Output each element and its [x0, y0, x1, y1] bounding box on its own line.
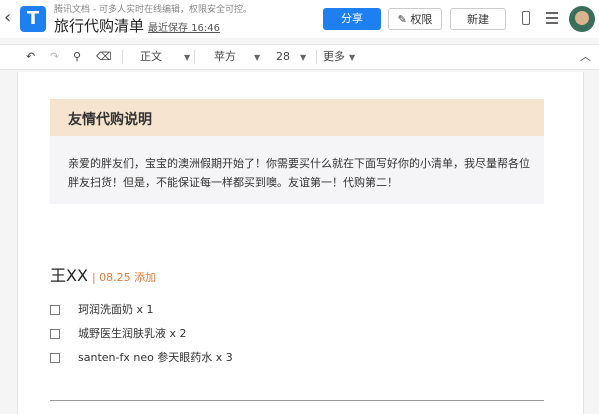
- paragraph-style-select[interactable]: 正文 ▼: [140, 48, 190, 66]
- requester-name: 王XX: [50, 266, 88, 285]
- notice-text: 亲爱的胖友们，宝宝的澳洲假期开始了！你需要买什么就在下面写好你的小清单，我尽量帮…: [68, 157, 530, 189]
- notice-title: 友情代购说明: [68, 112, 152, 128]
- more-menu[interactable]: 更多 ▼: [323, 48, 355, 66]
- list-item-text: santen-fx neo 参天眼药水 x 3: [78, 351, 233, 364]
- formatting-toolbar: ↶ ↷ ⚲ ⌫ 正文 ▼ 苹方 ▼ 28 ▼ 更多 ▼ ︿: [0, 44, 599, 70]
- permission-label: 权限: [410, 13, 433, 26]
- requester-heading: 王XX | 08.25 添加: [50, 262, 156, 286]
- new-document-button[interactable]: 新建: [450, 8, 506, 30]
- checkbox[interactable]: [50, 353, 60, 363]
- paragraph-style-value: 正文: [140, 50, 162, 63]
- notice-body: 亲爱的胖友们，宝宝的澳洲假期开始了！你需要买什么就在下面写好你的小清单，我尽量帮…: [50, 136, 544, 204]
- font-family-value: 苹方: [214, 50, 236, 63]
- tencent-docs-logo: T: [20, 6, 46, 32]
- avatar[interactable]: [569, 6, 595, 32]
- list-item: santen-fx neo 参天眼药水 x 3: [50, 349, 233, 365]
- share-button[interactable]: 分享: [323, 8, 381, 30]
- permission-button[interactable]: ✎ 权限: [388, 8, 442, 30]
- more-label: 更多: [323, 50, 345, 63]
- notice-header: 友情代购说明: [50, 99, 544, 136]
- app-subtitle: 腾讯文档 - 可多人实时在线编辑，权限安全可控。: [54, 5, 252, 15]
- redo-icon[interactable]: ↷: [50, 48, 59, 66]
- document-title[interactable]: 旅行代购清单: [54, 15, 144, 36]
- clear-format-icon[interactable]: ⌫: [96, 48, 112, 66]
- format-painter-icon[interactable]: ⚲: [73, 48, 81, 66]
- font-family-select[interactable]: 苹方 ▼: [214, 48, 260, 66]
- date-added-tag: | 08.25 添加: [91, 271, 157, 284]
- font-size-value: 28: [276, 50, 290, 63]
- tablet-icon[interactable]: [522, 11, 530, 25]
- document-page[interactable]: 友情代购说明 亲爱的胖友们，宝宝的澳洲假期开始了！你需要买什么就在下面写好你的小…: [17, 72, 584, 414]
- list-item: 城野医生润肤乳液 x 2: [50, 325, 187, 341]
- menu-icon[interactable]: [546, 12, 558, 24]
- font-size-select[interactable]: 28 ▼: [276, 48, 306, 66]
- divider: [50, 400, 544, 401]
- list-item-text: 城野医生润肤乳液 x 2: [78, 327, 187, 340]
- checkbox[interactable]: [50, 305, 60, 315]
- list-item-text: 珂润洗面奶 x 1: [78, 303, 154, 316]
- list-item: 珂润洗面奶 x 1: [50, 301, 154, 317]
- pencil-icon: ✎: [397, 13, 411, 26]
- save-status[interactable]: 最近保存 16:46: [148, 19, 220, 34]
- undo-icon[interactable]: ↶: [26, 48, 35, 66]
- top-bar: ‹ T 腾讯文档 - 可多人实时在线编辑，权限安全可控。 旅行代购清单 最近保存…: [0, 0, 599, 38]
- checkbox[interactable]: [50, 329, 60, 339]
- back-arrow-icon[interactable]: ‹: [4, 6, 16, 30]
- collapse-toolbar-icon[interactable]: ︿: [580, 48, 591, 64]
